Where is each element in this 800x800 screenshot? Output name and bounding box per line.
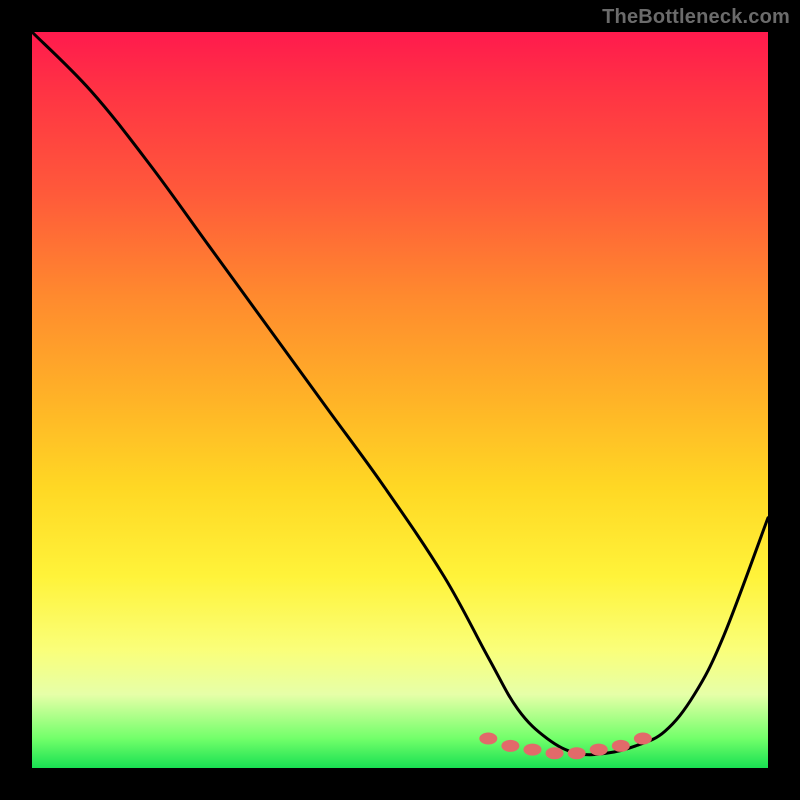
marker-dot <box>546 747 564 759</box>
bottleneck-curve <box>32 32 768 755</box>
marker-dot <box>479 733 497 745</box>
marker-dot <box>590 744 608 756</box>
watermark-text: TheBottleneck.com <box>602 6 790 29</box>
marker-dot <box>568 747 586 759</box>
marker-dot <box>612 740 630 752</box>
curve-markers <box>479 733 652 760</box>
plot-area <box>32 32 768 768</box>
chart-frame: TheBottleneck.com <box>0 0 800 800</box>
marker-dot <box>634 733 652 745</box>
marker-dot <box>523 744 541 756</box>
marker-dot <box>501 740 519 752</box>
curve-svg <box>32 32 768 768</box>
